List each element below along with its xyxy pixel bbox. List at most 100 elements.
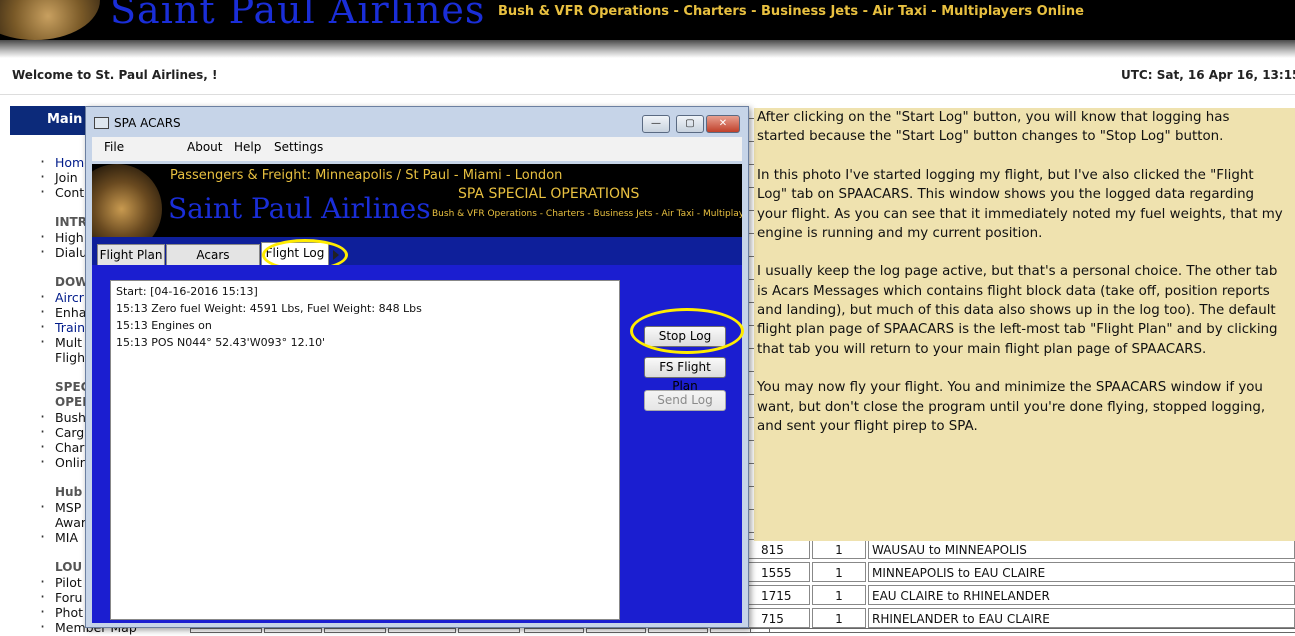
menu-about[interactable]: About bbox=[187, 140, 222, 154]
globe-icon bbox=[92, 164, 162, 237]
table-cell bbox=[190, 628, 262, 633]
sidebar-bullet-icon: · bbox=[40, 452, 46, 471]
table-cell bbox=[586, 628, 646, 633]
sidebar-item[interactable]: Bush bbox=[55, 410, 86, 425]
instruction-line: and landing), but much of this data also… bbox=[757, 303, 1276, 318]
table-row: 815 1 WAUSAU to MINNEAPOLIS bbox=[747, 539, 1295, 559]
site-title: Saint Paul Airlines bbox=[110, 0, 486, 32]
table-cell bbox=[648, 628, 708, 633]
table-cell bbox=[264, 628, 322, 633]
menu-settings[interactable]: Settings bbox=[274, 140, 323, 154]
log-line: 15:13 Zero fuel Weight: 4591 Lbs, Fuel W… bbox=[116, 302, 422, 315]
route-count-cell: 1 bbox=[812, 539, 866, 559]
route-count-cell: 1 bbox=[812, 608, 866, 628]
acars-banner: Passengers & Freight: Minneapolis / St P… bbox=[92, 164, 742, 237]
sidebar-item[interactable]: Carg bbox=[55, 425, 84, 440]
sidebar-bullet-icon: · bbox=[40, 242, 46, 261]
sidebar-item[interactable]: Aircr bbox=[55, 290, 84, 305]
globe-logo-icon bbox=[0, 0, 100, 40]
banner-route-text: Passengers & Freight: Minneapolis / St P… bbox=[170, 168, 563, 183]
acars-window[interactable]: SPA ACARS — ▢ ✕ File About Help Settings… bbox=[85, 106, 749, 628]
fs-flight-plan-button[interactable]: FS Flight Plan bbox=[644, 357, 726, 393]
app-window-icon bbox=[94, 117, 109, 129]
sidebar-item[interactable]: Pilot bbox=[55, 575, 82, 590]
instructions-panel: After clicking on the "Start Log" button… bbox=[754, 108, 1295, 541]
instruction-line: Log" tab on SPAACARS. This window shows … bbox=[757, 187, 1255, 203]
sidebar-item[interactable]: Foru bbox=[55, 590, 82, 605]
banner-tagline: Bush & VFR Operations - Charters - Busin… bbox=[432, 209, 742, 219]
sidebar-section-label: INTR bbox=[55, 215, 87, 229]
instruction-line: that tab you will return to your main fl… bbox=[757, 341, 1207, 357]
route-count-cell: 1 bbox=[812, 562, 866, 582]
site-banner: Saint Paul Airlines Bush & VFR Operation… bbox=[0, 0, 1295, 40]
tab-acars-messages[interactable]: Acars Messages bbox=[166, 244, 260, 282]
site-tagline: Bush & VFR Operations - Charters - Busin… bbox=[498, 4, 1084, 19]
sidebar-header-label: Main bbox=[47, 112, 83, 127]
instruction-line: want, but don't close the program until … bbox=[757, 399, 1266, 415]
log-line: Start: [04-16-2016 15:13] bbox=[116, 285, 258, 298]
route-number-cell: 715 bbox=[747, 608, 810, 628]
sidebar-item[interactable]: Cont bbox=[55, 185, 84, 200]
instruction-line: engine is running and my current positio… bbox=[757, 225, 1043, 241]
window-titlebar[interactable]: SPA ACARS — ▢ ✕ bbox=[86, 107, 748, 137]
utc-clock: UTC: Sat, 16 Apr 16, 13:15:1 bbox=[1121, 68, 1295, 82]
table-row: 715 1 RHINELANDER to EAU CLAIRE bbox=[747, 608, 1295, 628]
instruction-line: is Acars Messages which contains flight … bbox=[757, 283, 1270, 299]
sidebar-item[interactable]: Fligh bbox=[55, 350, 85, 365]
sidebar-section-label: DOW bbox=[55, 275, 89, 289]
sidebar-item[interactable]: Join bbox=[55, 170, 78, 185]
route-name-cell: WAUSAU to MINNEAPOLIS bbox=[868, 539, 1295, 559]
menu-help[interactable]: Help bbox=[234, 140, 261, 154]
sidebar-item[interactable]: Char bbox=[55, 440, 84, 455]
sidebar-item[interactable]: High bbox=[55, 230, 84, 245]
sidebar-item[interactable]: MSP bbox=[55, 500, 81, 515]
table-cell bbox=[458, 628, 520, 633]
instruction-line: I usually keep the log page active, but … bbox=[757, 264, 1278, 280]
log-textbox[interactable]: Start: [04-16-2016 15:13] 15:13 Zero fuel… bbox=[110, 280, 620, 620]
sidebar-item[interactable]: Onlir bbox=[55, 455, 85, 470]
route-number-cell: 815 bbox=[747, 539, 810, 559]
menu-bar: File About Help Settings bbox=[92, 137, 742, 161]
banner-shadow bbox=[0, 40, 1295, 58]
banner-title: Saint Paul Airlines bbox=[168, 192, 431, 225]
sidebar-bullet-icon: · bbox=[40, 497, 46, 516]
table-row: 1715 1 EAU CLAIRE to RHINELANDER bbox=[747, 585, 1295, 605]
log-line: 15:13 POS N044° 52.43'W093° 12.10' bbox=[116, 336, 326, 349]
route-number-cell: 1715 bbox=[747, 585, 810, 605]
maximize-button[interactable]: ▢ bbox=[676, 115, 704, 133]
table-bottom-row bbox=[190, 628, 1295, 633]
table-row: 1555 1 MINNEAPOLIS to EAU CLAIRE bbox=[747, 562, 1295, 582]
table-cell bbox=[750, 628, 1295, 633]
close-button[interactable]: ✕ bbox=[706, 115, 740, 133]
divider bbox=[0, 94, 1295, 95]
sidebar-item[interactable]: Dialu bbox=[55, 245, 87, 260]
sidebar-item[interactable]: Train bbox=[55, 320, 85, 335]
table-cell bbox=[524, 628, 584, 633]
instruction-line: your flight. As you can see that it imme… bbox=[757, 206, 1283, 222]
table-cell bbox=[324, 628, 386, 633]
sidebar-item[interactable]: Enha bbox=[55, 305, 86, 320]
tab-strip: Flight Plan Acars Messages Flight Log bbox=[92, 237, 742, 282]
sidebar-item[interactable]: Mult bbox=[55, 335, 82, 350]
route-count-cell: 1 bbox=[812, 585, 866, 605]
instruction-line: and sent your flight pirep to SPA. bbox=[757, 418, 978, 434]
route-name-cell: MINNEAPOLIS to EAU CLAIRE bbox=[868, 562, 1295, 582]
sidebar-bullet-icon: · bbox=[40, 332, 46, 351]
instruction-line: After clicking on the "Start Log" button… bbox=[757, 110, 1230, 125]
welcome-text: Welcome to St. Paul Airlines, ! bbox=[12, 68, 218, 82]
sidebar-item[interactable]: Phot bbox=[55, 605, 83, 620]
instruction-line: flight plan page of SPAACARS is the left… bbox=[757, 322, 1278, 338]
tab-flight-plan[interactable]: Flight Plan bbox=[97, 244, 165, 266]
sidebar-bullet-icon: · bbox=[40, 527, 46, 546]
sidebar-section-label: Hub bbox=[55, 485, 83, 499]
sidebar-item[interactable]: Awar bbox=[55, 515, 86, 530]
route-name-cell: RHINELANDER to EAU CLAIRE bbox=[868, 608, 1295, 628]
window-title: SPA ACARS bbox=[114, 116, 181, 130]
sidebar-header: Main bbox=[10, 106, 90, 135]
send-log-button[interactable]: Send Log bbox=[644, 390, 726, 411]
instruction-line: You may now fly your flight. You and min… bbox=[757, 380, 1263, 396]
instruction-line: In this photo I've started logging my fl… bbox=[757, 167, 1254, 183]
menu-file[interactable]: File bbox=[104, 140, 124, 154]
minimize-button[interactable]: — bbox=[642, 115, 670, 133]
sidebar-item[interactable]: MIA bbox=[55, 530, 78, 545]
